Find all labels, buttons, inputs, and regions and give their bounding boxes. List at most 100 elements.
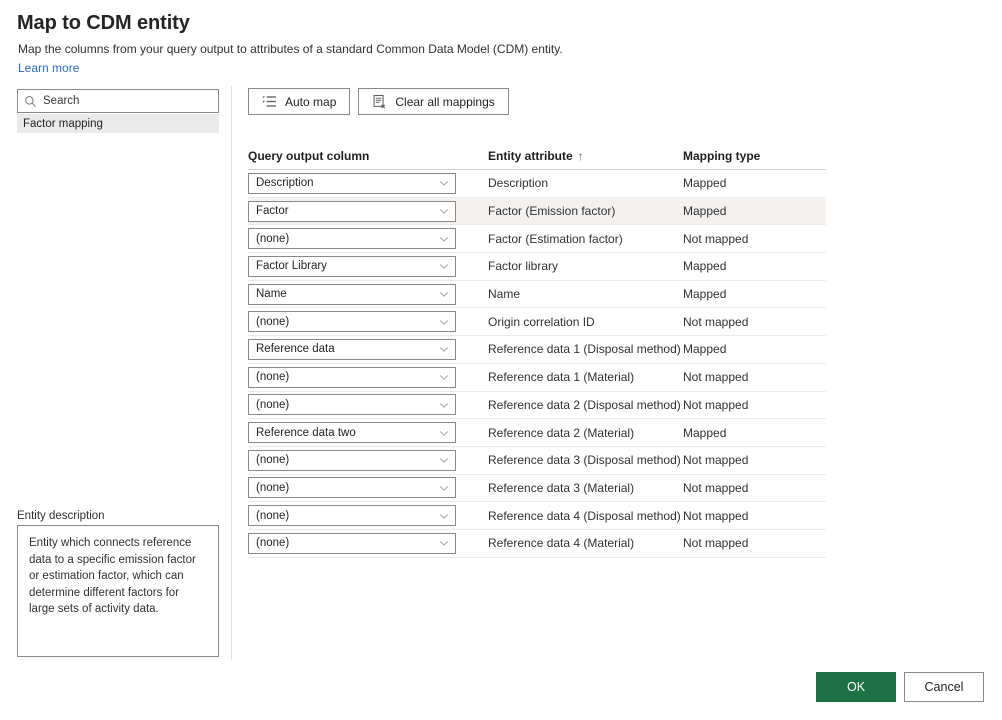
query-output-column-cell: Description bbox=[248, 172, 488, 194]
query-output-column-dropdown[interactable]: Description bbox=[248, 172, 456, 194]
query-output-column-value: Reference data two bbox=[256, 426, 356, 439]
entity-description-text: Entity which connects reference data to … bbox=[17, 525, 219, 657]
ok-button[interactable]: OK bbox=[816, 672, 896, 702]
chevron-down-icon bbox=[439, 181, 449, 187]
column-header-mapping-type[interactable]: Mapping type bbox=[683, 149, 826, 163]
query-output-column-value: Name bbox=[256, 288, 287, 301]
dialog-footer: OK Cancel bbox=[816, 672, 984, 702]
learn-more-link[interactable]: Learn more bbox=[18, 61, 79, 75]
chevron-down-icon bbox=[439, 209, 449, 214]
table-row[interactable]: (none) Reference data 3 (Material) Not map… bbox=[248, 475, 826, 503]
query-output-column-value: (none) bbox=[256, 537, 290, 550]
entity-attribute-cell: Origin correlation ID bbox=[488, 314, 595, 329]
query-output-column-dropdown[interactable]: Factor bbox=[248, 200, 456, 222]
query-output-column-dropdown[interactable]: (none) bbox=[248, 449, 456, 471]
query-output-column-cell: Reference data bbox=[248, 338, 488, 360]
page-subtitle: Map the columns from your query output t… bbox=[18, 42, 563, 56]
entity-attribute-cell: Name bbox=[488, 287, 521, 302]
chevron-down-icon bbox=[439, 403, 449, 408]
query-output-column-cell: (none) bbox=[248, 477, 488, 499]
query-output-column-dropdown[interactable]: Reference data two bbox=[248, 422, 456, 444]
table-row[interactable]: (none) Reference data 4 (Material) Not map… bbox=[248, 530, 826, 558]
chevron-down-icon bbox=[439, 430, 449, 436]
entity-attribute-cell: Factor (Emission factor) bbox=[488, 204, 616, 219]
auto-map-button[interactable]: Auto map bbox=[248, 88, 351, 115]
entity-attribute-cell: Reference data 2 (Material) bbox=[488, 425, 635, 440]
mapping-type-cell: Mapped bbox=[683, 259, 727, 274]
table-row[interactable]: (none) Origin correlation ID Not mapped bbox=[248, 308, 826, 337]
query-output-column-dropdown[interactable]: (none) bbox=[248, 228, 456, 250]
table-row[interactable]: (none) Reference data 3 (Disposal method)… bbox=[248, 447, 826, 475]
mapping-type-cell: Not mapped bbox=[683, 508, 749, 523]
table-row[interactable]: (none) Reference data 1 (Material) Not map… bbox=[248, 364, 826, 392]
entity-attribute-cell: Reference data 1 (Disposal method) bbox=[488, 342, 681, 357]
query-output-column-value: Reference data bbox=[256, 343, 335, 356]
table-row[interactable]: Name Name Mapped bbox=[248, 281, 826, 309]
mapping-type-cell: Not mapped bbox=[683, 453, 749, 468]
mapping-type-cell: Mapped bbox=[683, 204, 727, 219]
table-row[interactable]: Reference data Reference data 1 (Disposal… bbox=[248, 336, 826, 364]
query-output-column-value: Factor Library bbox=[256, 260, 327, 273]
query-output-column-dropdown[interactable]: (none) bbox=[248, 532, 456, 554]
table-row[interactable]: (none) Reference data 4 (Disposal method)… bbox=[248, 502, 826, 530]
clear-all-mappings-label: Clear all mappings bbox=[395, 94, 495, 109]
table-row[interactable]: Reference data two Reference data 2 (Mate… bbox=[248, 419, 826, 447]
auto-map-label: Auto map bbox=[285, 94, 337, 109]
search-input[interactable]: Search bbox=[17, 89, 219, 113]
mapping-type-cell: Mapped bbox=[683, 342, 727, 357]
sidebar-item-label: Factor mapping bbox=[23, 117, 103, 130]
query-output-column-value: (none) bbox=[256, 398, 290, 411]
entity-description-label: Entity description bbox=[17, 510, 105, 522]
column-header-query-output-column[interactable]: Query output column bbox=[248, 149, 488, 163]
entity-attribute-cell: Description bbox=[488, 176, 549, 191]
chevron-down-icon bbox=[439, 375, 449, 381]
mapping-type-cell: Mapped bbox=[683, 425, 727, 440]
table-row[interactable]: (none) Reference data 2 (Disposal method)… bbox=[248, 392, 826, 420]
query-output-column-cell: (none) bbox=[248, 394, 488, 416]
query-output-column-dropdown[interactable]: Name bbox=[248, 283, 456, 305]
chevron-down-icon bbox=[439, 458, 449, 464]
query-output-column-cell: Name bbox=[248, 283, 488, 305]
query-output-column-dropdown[interactable]: (none) bbox=[248, 311, 456, 333]
query-output-column-dropdown[interactable]: Reference data bbox=[248, 338, 456, 360]
chevron-down-icon bbox=[439, 541, 449, 547]
mapping-type-cell: Mapped bbox=[683, 287, 727, 302]
query-output-column-value: (none) bbox=[256, 509, 290, 522]
query-output-column-dropdown[interactable]: (none) bbox=[248, 394, 456, 416]
table-row[interactable]: Factor Library Factor library Mapped bbox=[248, 253, 826, 281]
mapping-table: Query output column Entity attribute ↑ Ma… bbox=[248, 142, 826, 558]
cancel-button[interactable]: Cancel bbox=[904, 672, 984, 702]
clear-all-mappings-button[interactable]: Clear all mappings bbox=[358, 88, 509, 115]
query-output-column-value: (none) bbox=[256, 232, 290, 245]
column-header-entity-attribute-label: Entity attribute bbox=[488, 148, 573, 163]
query-output-column-cell: (none) bbox=[248, 532, 488, 554]
page-title: Map to CDM entity bbox=[17, 12, 190, 34]
column-header-entity-attribute[interactable]: Entity attribute ↑ bbox=[488, 149, 683, 163]
table-body: Description Description Mapped Factor Factor… bbox=[248, 170, 826, 558]
query-output-column-value: (none) bbox=[256, 315, 290, 328]
entity-attribute-cell: Factor library bbox=[488, 259, 559, 274]
entity-attribute-cell: Reference data 4 (Material) bbox=[488, 536, 635, 551]
query-output-column-cell: Factor Library bbox=[248, 255, 488, 277]
chevron-down-icon bbox=[439, 264, 449, 270]
query-output-column-dropdown[interactable]: (none) bbox=[248, 366, 456, 388]
query-output-column-value: (none) bbox=[256, 481, 290, 494]
toolbar: Auto map Clear all mappings bbox=[248, 88, 509, 115]
entity-attribute-cell: Reference data 2 (Disposal method) bbox=[488, 397, 681, 412]
query-output-column-dropdown[interactable]: (none) bbox=[248, 505, 456, 527]
query-output-column-cell: Reference data two bbox=[248, 422, 488, 444]
chevron-down-icon bbox=[439, 236, 449, 242]
query-output-column-value: Description bbox=[256, 177, 314, 190]
query-output-column-dropdown[interactable]: Factor Library bbox=[248, 255, 456, 277]
mapping-type-cell: Not mapped bbox=[683, 480, 749, 495]
query-output-column-dropdown[interactable]: (none) bbox=[248, 477, 456, 499]
sidebar-item-factor-mapping[interactable]: Factor mapping bbox=[17, 114, 219, 133]
table-row[interactable]: Description Description Mapped bbox=[248, 170, 826, 198]
table-row[interactable]: Factor Factor (Emission factor) Mapped bbox=[248, 197, 826, 226]
entity-attribute-cell: Reference data 3 (Material) bbox=[488, 480, 635, 495]
panel-divider bbox=[231, 86, 232, 660]
table-row[interactable]: (none) Factor (Estimation factor) Not mapp… bbox=[248, 225, 826, 254]
mapping-type-cell: Not mapped bbox=[683, 536, 749, 551]
search-placeholder: Search bbox=[43, 95, 80, 107]
entity-attribute-cell: Factor (Estimation factor) bbox=[488, 231, 623, 246]
